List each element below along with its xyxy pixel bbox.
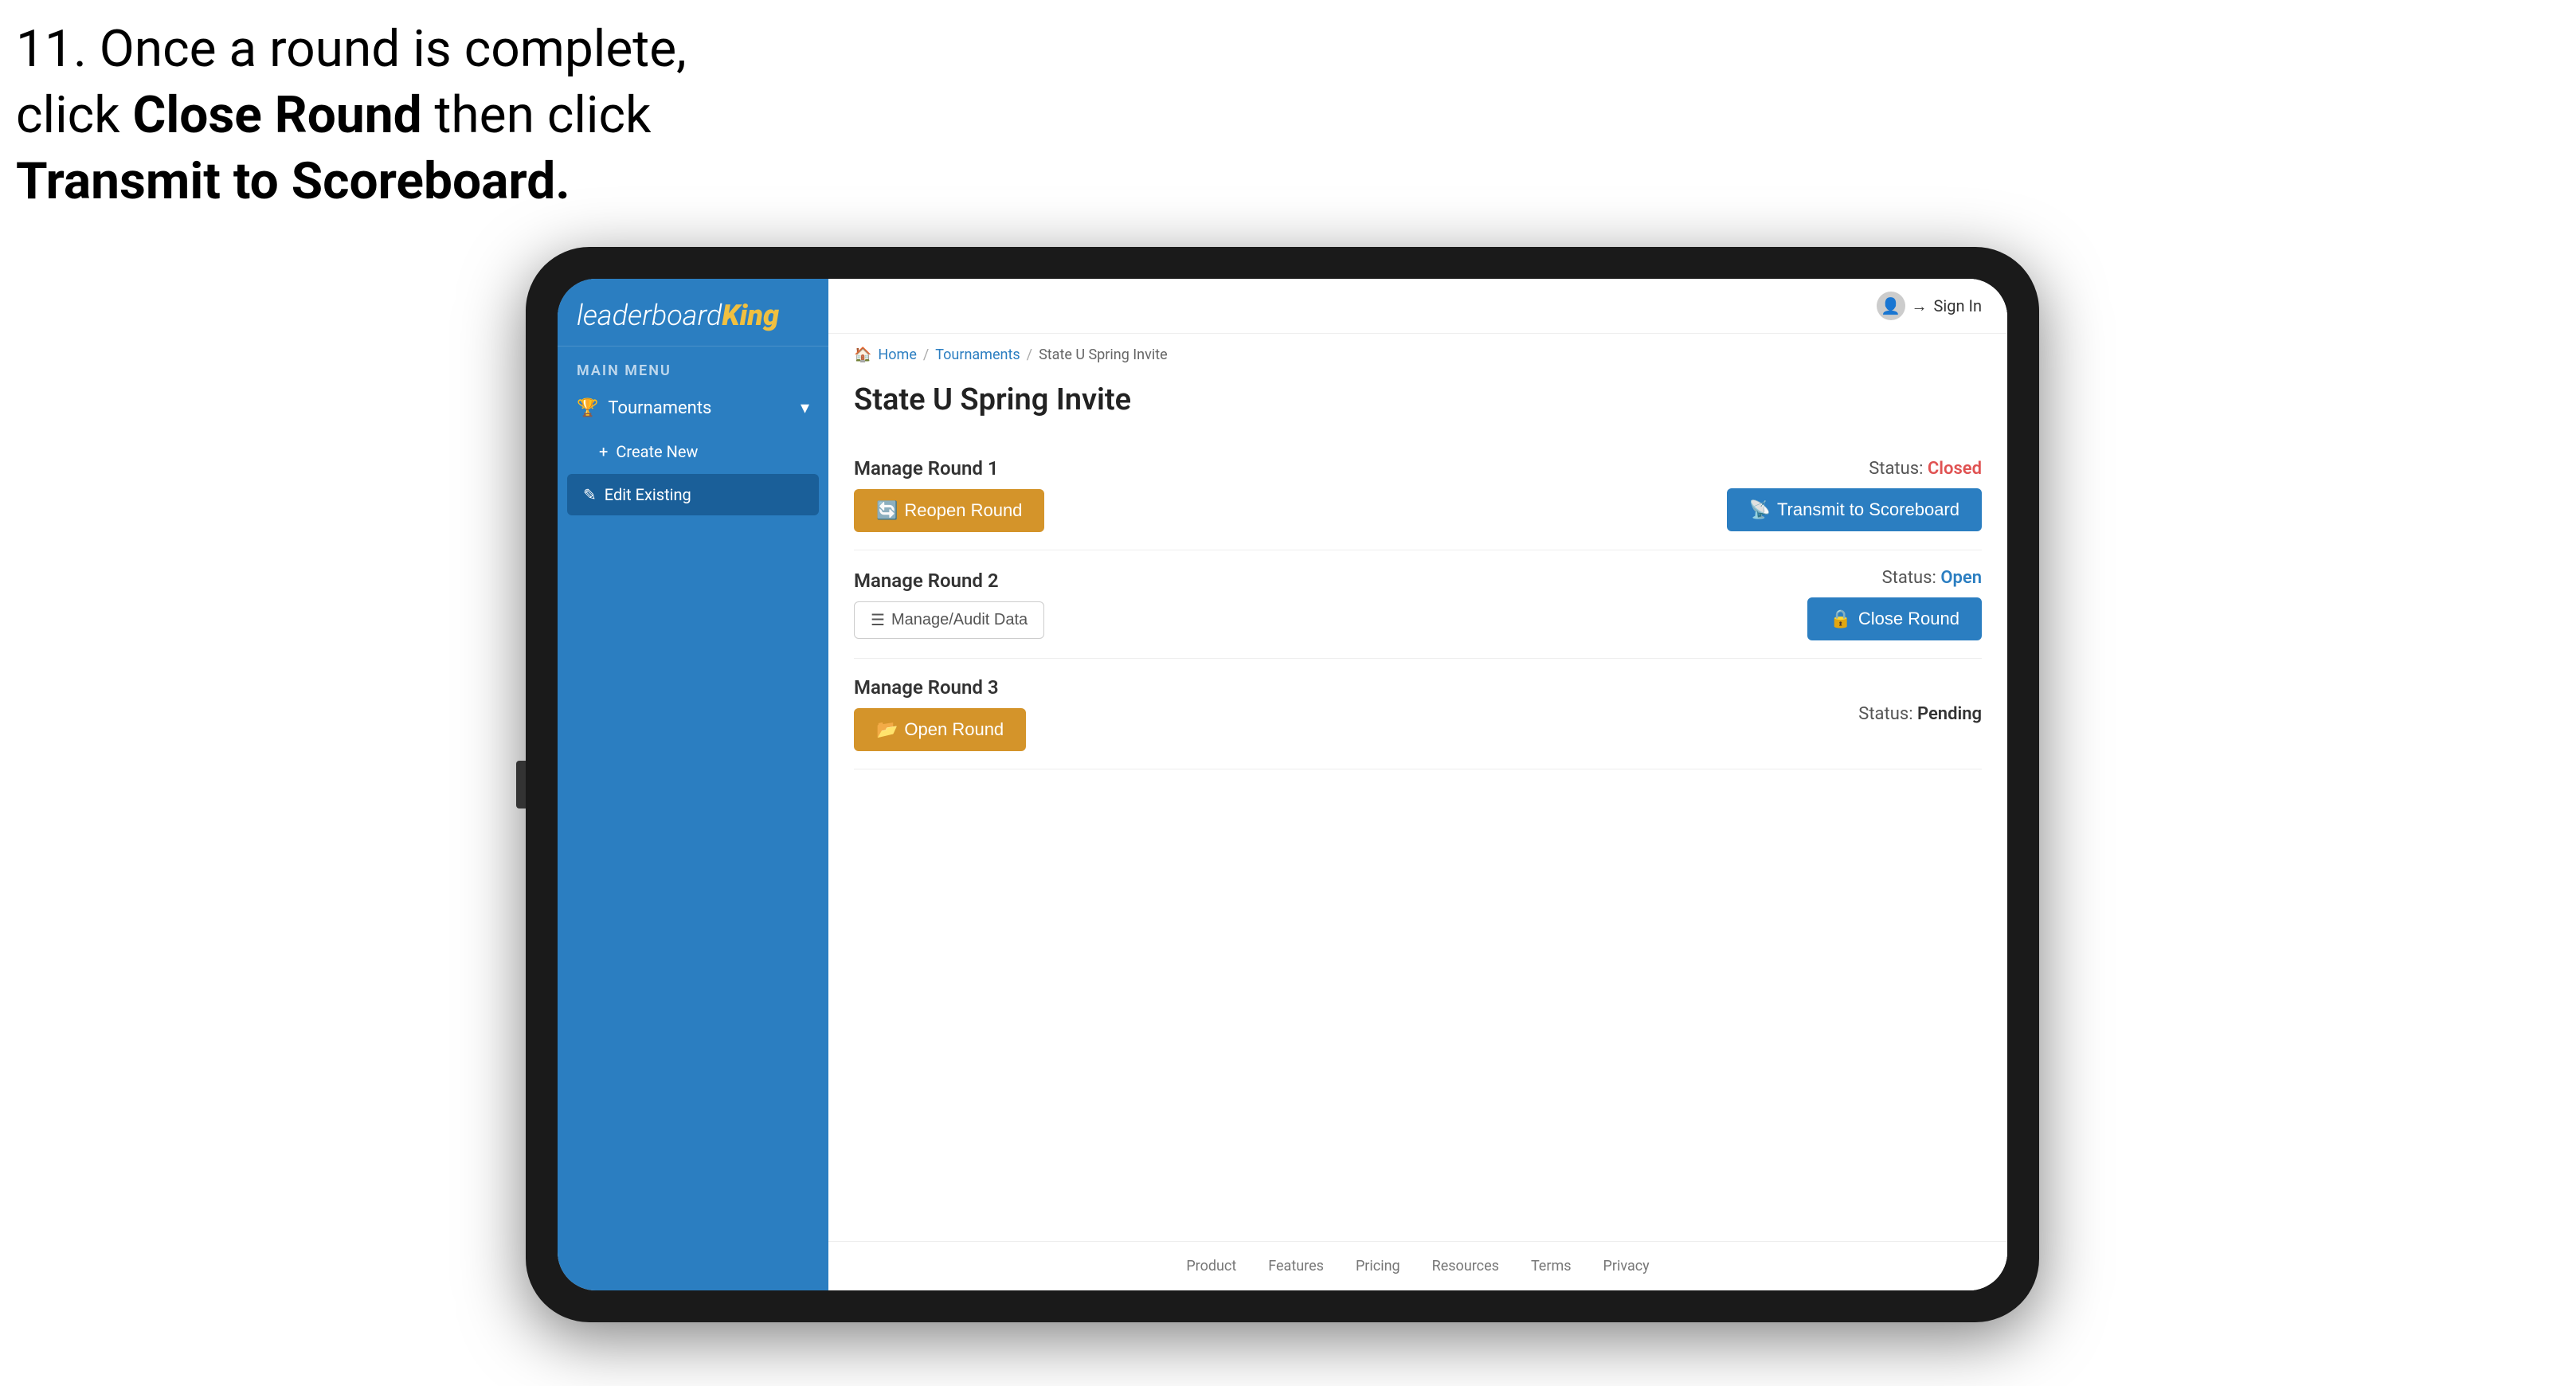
open-round-label: Open Round	[904, 719, 1004, 740]
instruction-line2: click Close Round then click	[16, 85, 651, 145]
nav-create-new-label: Create New	[616, 442, 698, 461]
round-1-status-label: Status:	[1869, 459, 1923, 479]
transmit-icon: 📡	[1749, 499, 1771, 520]
main-content: 👤 → Sign In 🏠 Home / Tournaments / State…	[828, 279, 2007, 1290]
close-round-button[interactable]: 🔒 Close Round	[1807, 597, 1982, 640]
round-2-section: Manage Round 2 ☰ Manage/Audit Data Statu…	[854, 550, 1982, 659]
page-content: State U Spring Invite Manage Round 1 🔄 R…	[828, 370, 2007, 1241]
footer-product[interactable]: Product	[1186, 1258, 1236, 1274]
nav-tournaments-label: Tournaments	[608, 398, 711, 418]
round-1-status-value: Closed	[1928, 459, 1982, 479]
tablet-side-button	[516, 761, 526, 808]
nav-edit-existing[interactable]: ✎ Edit Existing	[567, 474, 819, 515]
breadcrumb-sep2: /	[1027, 346, 1032, 363]
instruction-line3: Transmit to Scoreboard.	[16, 151, 570, 211]
round-2-status-value: Open	[1940, 568, 1982, 588]
main-menu-label: MAIN MENU	[558, 346, 828, 386]
edit-icon: ✎	[583, 485, 597, 504]
breadcrumb-home[interactable]: Home	[878, 346, 916, 363]
reopen-round-button[interactable]: 🔄 Reopen Round	[854, 489, 1044, 532]
footer-pricing[interactable]: Pricing	[1356, 1258, 1400, 1274]
user-avatar-icon: 👤	[1877, 292, 1905, 320]
round-1-status: Status: Closed	[1869, 459, 1982, 479]
footer-resources[interactable]: Resources	[1432, 1258, 1499, 1274]
round-3-title: Manage Round 3	[854, 676, 1026, 699]
manage-audit-button[interactable]: ☰ Manage/Audit Data	[854, 601, 1044, 639]
footer-features[interactable]: Features	[1268, 1258, 1324, 1274]
app-header: 👤 → Sign In	[828, 279, 2007, 334]
page-title: State U Spring Invite	[854, 382, 1982, 417]
transmit-scoreboard-label: Transmit to Scoreboard	[1777, 499, 1959, 520]
home-icon: 🏠	[854, 346, 871, 363]
open-icon: 📂	[876, 719, 898, 740]
instruction-line1: 11. Once a round is complete,	[16, 19, 687, 79]
round-3-status-label: Status:	[1858, 704, 1912, 724]
round-3-status: Status: Pending	[1858, 704, 1982, 724]
round-3-status-value: Pending	[1917, 704, 1982, 724]
nav-item-tournaments[interactable]: 🏆 Tournaments ▾	[558, 386, 828, 431]
reopen-round-label: Reopen Round	[904, 500, 1022, 521]
sidebar: leaderboardKing MAIN MENU 🏆 Tournaments …	[558, 279, 828, 1290]
audit-icon: ☰	[871, 610, 885, 630]
round-3-section: Manage Round 3 📂 Open Round Status: Pend…	[854, 659, 1982, 769]
close-icon: 🔒	[1830, 609, 1851, 629]
instruction-text: 11. Once a round is complete, click Clos…	[16, 16, 687, 215]
round-2-status: Status: Open	[1882, 568, 1982, 588]
tablet-device: leaderboardKing MAIN MENU 🏆 Tournaments …	[526, 247, 2039, 1322]
nav-edit-existing-label: Edit Existing	[605, 485, 691, 504]
manage-audit-label: Manage/Audit Data	[891, 611, 1028, 629]
round-1-section: Manage Round 1 🔄 Reopen Round Status: Cl…	[854, 440, 1982, 550]
transmit-to-scoreboard-button[interactable]: 📡 Transmit to Scoreboard	[1727, 488, 1982, 531]
round-2-status-label: Status:	[1882, 568, 1936, 588]
close-round-label: Close Round	[1858, 609, 1959, 629]
logo-area: leaderboardKing	[558, 279, 828, 346]
breadcrumb-sep1: /	[923, 346, 929, 363]
open-round-button[interactable]: 📂 Open Round	[854, 708, 1026, 751]
sign-in-button[interactable]: 👤 → Sign In	[1877, 292, 1982, 320]
sign-in-label: Sign In	[1934, 296, 1982, 315]
breadcrumb-current: State U Spring Invite	[1039, 346, 1168, 363]
app-container: leaderboardKing MAIN MENU 🏆 Tournaments …	[558, 279, 2007, 1290]
breadcrumb: 🏠 Home / Tournaments / State U Spring In…	[828, 334, 2007, 370]
signin-arrow-icon: →	[1912, 296, 1928, 316]
plus-icon: +	[599, 442, 608, 461]
breadcrumb-tournaments[interactable]: Tournaments	[935, 346, 1020, 363]
app-footer: Product Features Pricing Resources Terms…	[828, 1241, 2007, 1290]
tablet-screen: leaderboardKing MAIN MENU 🏆 Tournaments …	[558, 279, 2007, 1290]
footer-privacy[interactable]: Privacy	[1603, 1258, 1650, 1274]
logo: leaderboardKing	[577, 301, 809, 330]
reopen-icon: 🔄	[876, 500, 898, 521]
nav-create-new[interactable]: + Create New	[558, 431, 828, 472]
round-1-title: Manage Round 1	[854, 457, 1044, 480]
footer-terms[interactable]: Terms	[1531, 1258, 1572, 1274]
chevron-icon: ▾	[801, 398, 809, 418]
round-2-title: Manage Round 2	[854, 570, 1044, 592]
trophy-icon: 🏆	[577, 398, 598, 418]
